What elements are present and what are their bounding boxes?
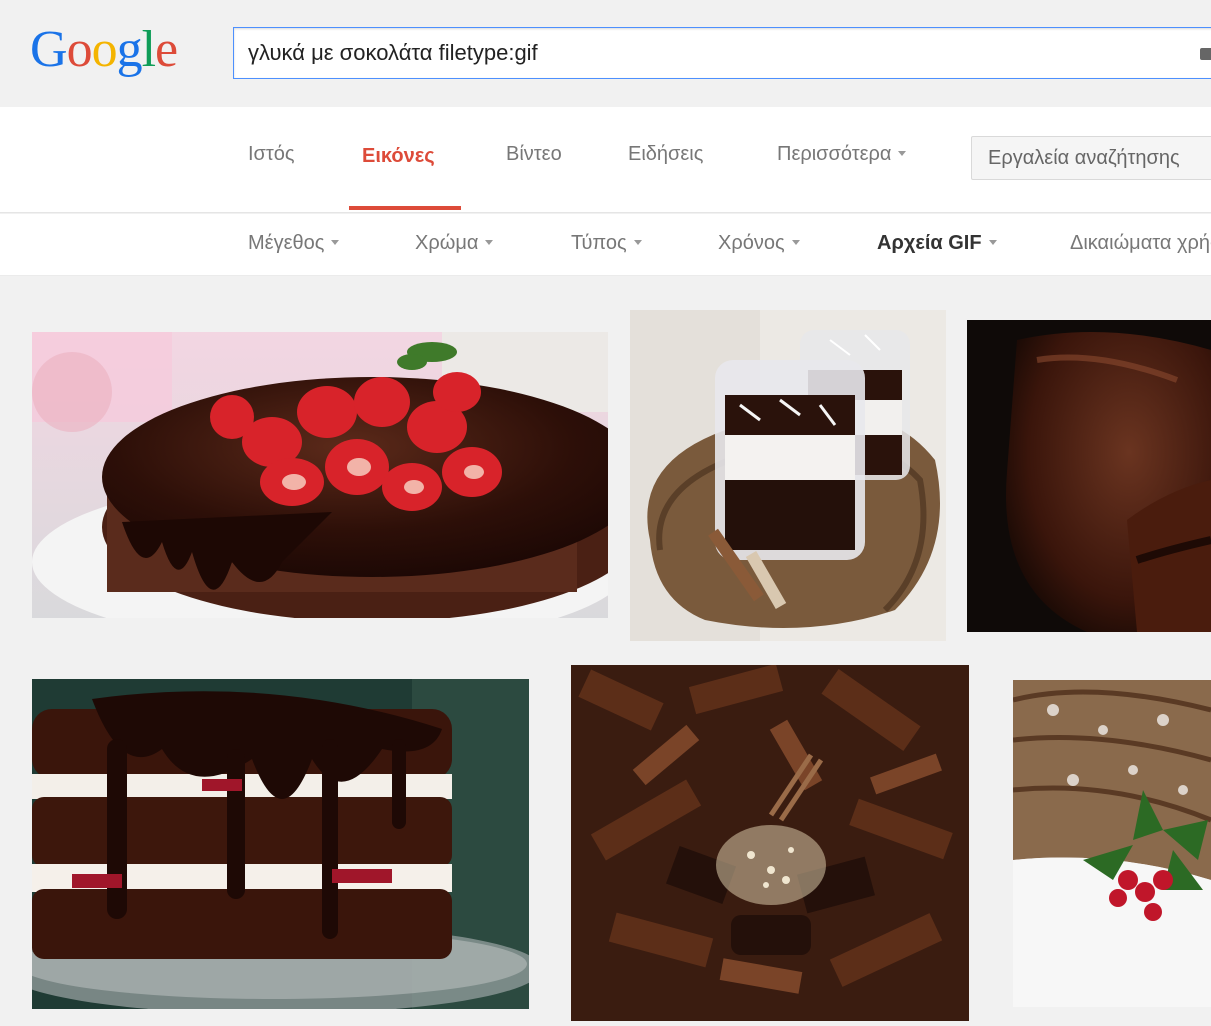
chocolate-strawberry-cake-image: [32, 332, 608, 618]
filter-usage-rights-label: Δικαιώματα χρήσης: [1070, 232, 1211, 254]
tab-news[interactable]: Ειδήσεις: [628, 143, 703, 166]
logo-letter: g: [116, 21, 143, 78]
chevron-down-icon: [791, 239, 800, 245]
image-result[interactable]: [32, 332, 608, 618]
filter-size-label: Μέγεθος: [248, 232, 325, 254]
filter-time[interactable]: Χρόνος: [718, 232, 800, 255]
yule-log-holly-image: [1013, 680, 1211, 1007]
tab-more[interactable]: Περισσότερα: [777, 143, 907, 166]
chocolate-parfait-cups-image: [630, 310, 946, 641]
image-results-grid: [0, 277, 1211, 1026]
logo-letter: o: [66, 21, 93, 78]
active-tab-indicator: [349, 206, 461, 210]
filter-time-label: Χρόνος: [718, 232, 785, 254]
chocolate-shavings-image: [571, 665, 969, 1021]
logo-letter: l: [141, 21, 156, 78]
image-result[interactable]: [1013, 680, 1211, 1007]
tab-videos[interactable]: Βίντεο: [506, 143, 562, 166]
filter-type-label: Τύπος: [571, 232, 627, 254]
search-box: [233, 27, 1211, 79]
search-tools-filter-bar: Μέγεθος Χρώμα Τύπος Χρόνος Αρχεία GIF Δι…: [0, 214, 1211, 276]
tab-images[interactable]: Εικόνες: [362, 145, 435, 168]
chevron-down-icon: [331, 239, 340, 245]
chocolate-glaze-closeup-image: [967, 320, 1211, 632]
image-result[interactable]: [967, 320, 1211, 632]
chevron-down-icon: [633, 239, 642, 245]
search-tools-button[interactable]: Εργαλεία αναζήτησης: [971, 136, 1211, 180]
chevron-down-icon: [988, 239, 997, 245]
search-type-tabs: Ιστός Εικόνες Βίντεο Ειδήσεις Περισσότερ…: [0, 107, 1211, 213]
filter-color[interactable]: Χρώμα: [415, 232, 494, 255]
logo-letter: e: [155, 21, 178, 78]
header-bar: Google: [0, 0, 1211, 107]
filter-gif-files[interactable]: Αρχεία GIF: [877, 232, 997, 255]
filter-size[interactable]: Μέγεθος: [248, 232, 340, 255]
chevron-down-icon: [898, 150, 907, 156]
image-result[interactable]: [630, 310, 946, 641]
image-result[interactable]: [32, 679, 529, 1009]
chevron-down-icon: [485, 239, 494, 245]
layered-chocolate-cream-cake-image: [32, 679, 529, 1009]
tab-web[interactable]: Ιστός: [248, 143, 295, 166]
search-input[interactable]: [248, 28, 1188, 78]
google-logo[interactable]: Google: [30, 20, 178, 80]
filter-gif-files-label: Αρχεία GIF: [877, 232, 982, 254]
logo-letter: G: [30, 21, 68, 78]
logo-letter: o: [91, 21, 118, 78]
filter-usage-rights[interactable]: Δικαιώματα χρήσης: [1070, 232, 1211, 255]
filter-type[interactable]: Τύπος: [571, 232, 642, 255]
filter-color-label: Χρώμα: [415, 232, 479, 254]
image-result[interactable]: [571, 665, 969, 1021]
tab-more-label: Περισσότερα: [777, 143, 892, 165]
keyboard-icon[interactable]: [1200, 48, 1211, 60]
